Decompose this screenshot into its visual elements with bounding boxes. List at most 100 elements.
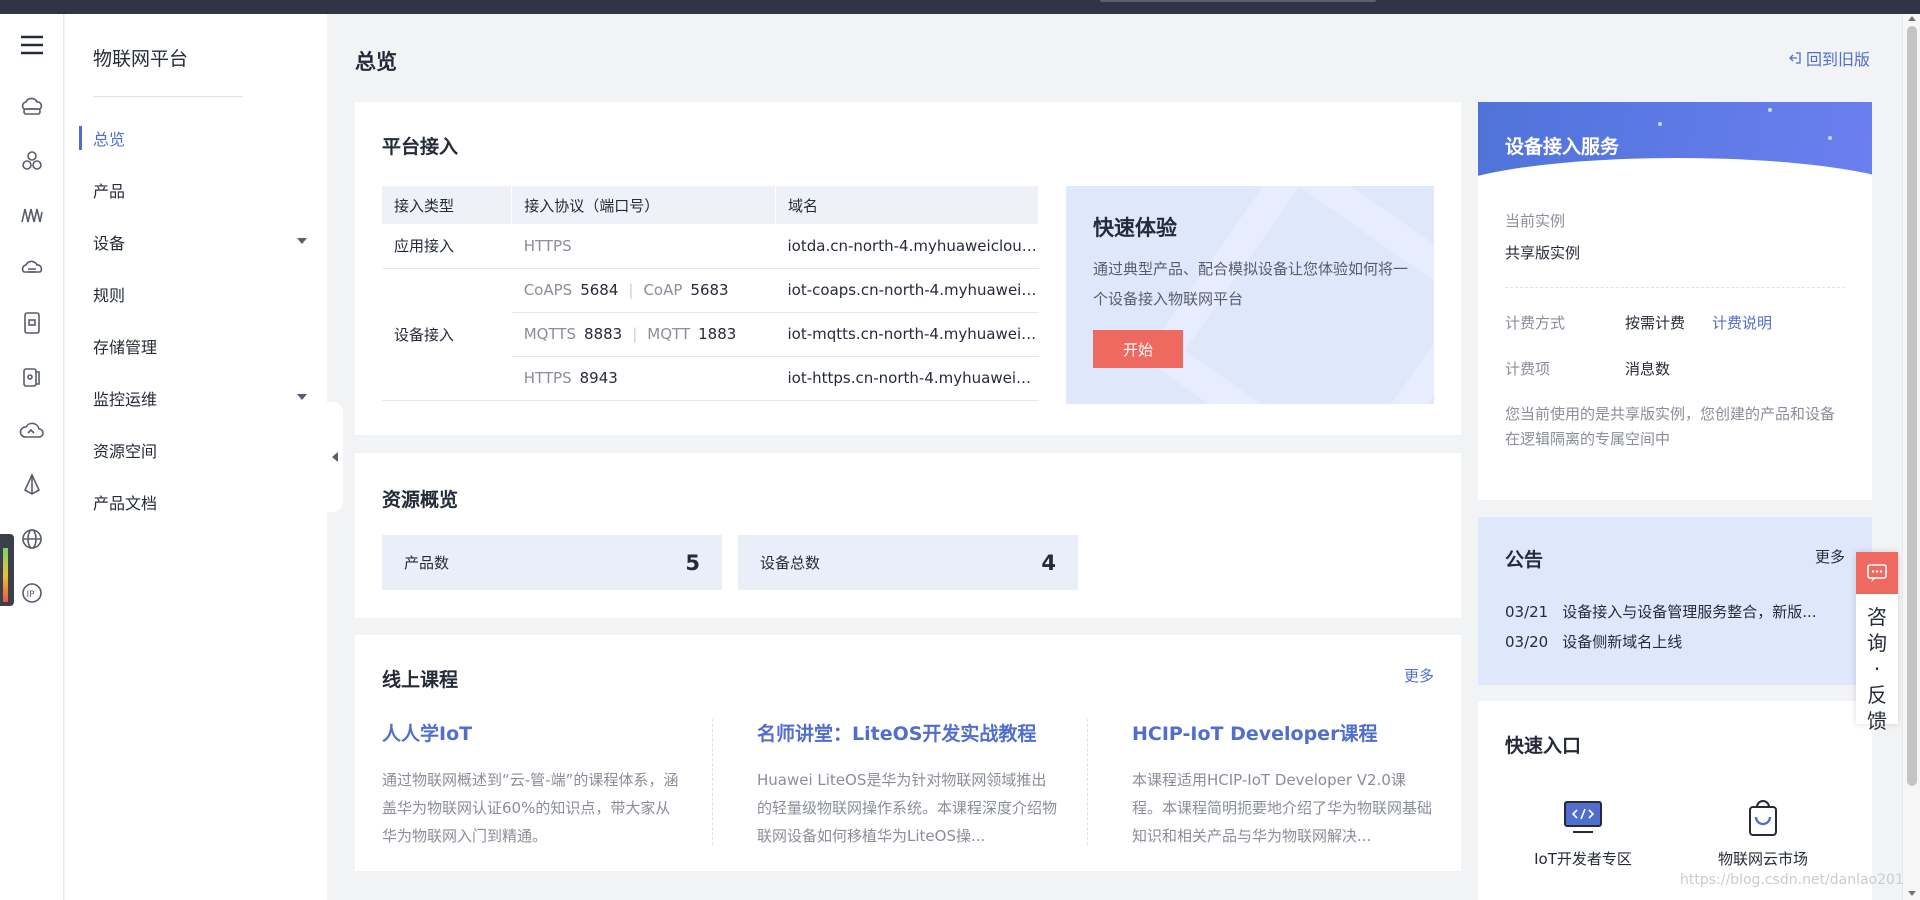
product-count-tile[interactable]: 产品数 5 bbox=[382, 535, 722, 590]
nav-title: 物联网平台 bbox=[93, 48, 189, 70]
billing-item-label: 计费项 bbox=[1505, 360, 1551, 378]
storage-icon[interactable] bbox=[17, 362, 47, 392]
quick-experience-desc: 通过典型产品、配合模拟设备让您体验如何将一个设备接入物联网平台 bbox=[1093, 260, 1409, 308]
chevron-down-icon bbox=[297, 238, 307, 244]
course-item[interactable]: 名师讲堂：LiteOS开发实战教程 Huawei LiteOS是华为针对物联网领… bbox=[757, 719, 1059, 850]
svg-text:IP: IP bbox=[27, 590, 36, 600]
nav-item-rules[interactable]: 规则 bbox=[65, 274, 327, 314]
instance-value: 共享版实例 bbox=[1505, 244, 1581, 262]
nav-item-docs[interactable]: 产品文档 bbox=[65, 482, 327, 522]
nav-item-label: 总览 bbox=[93, 130, 126, 149]
nav-item-devices[interactable]: 设备 bbox=[65, 222, 327, 262]
platform-access-card: 平台接入 接入类型 接入协议（端口号） 域名 应用接入 HTTPS iotda.… bbox=[355, 102, 1461, 435]
domain-cell[interactable]: iot-https.cn-north-4.myhuaweicloud.com bbox=[775, 356, 1039, 401]
quick-entry-item[interactable]: 物联网云市场 bbox=[1688, 796, 1838, 869]
cluster-icon[interactable] bbox=[17, 146, 47, 176]
course-title[interactable]: HCIP-IoT Developer课程 bbox=[1132, 719, 1434, 746]
nav-item-overview[interactable]: 总览 bbox=[65, 118, 327, 158]
top-bar bbox=[0, 0, 1920, 14]
device-count-tile[interactable]: 设备总数 4 bbox=[738, 535, 1078, 590]
nav-item-label: 产品 bbox=[93, 182, 126, 201]
wave-icon[interactable] bbox=[17, 200, 47, 230]
quick-experience-title: 快速体验 bbox=[1093, 216, 1177, 240]
old-version-label: 回到旧版 bbox=[1805, 50, 1870, 69]
stat-label: 设备总数 bbox=[760, 554, 821, 572]
cloud-icon[interactable] bbox=[17, 416, 47, 446]
sail-icon[interactable] bbox=[17, 470, 47, 500]
course-title[interactable]: 人人学IoT bbox=[382, 719, 684, 746]
instance-note: 您当前使用的是共享版实例，您创建的产品和设备在逻辑隔离的专属空间中 bbox=[1505, 405, 1836, 448]
domain-cell[interactable]: iot-mqtts.cn-north-4.myhuaweicloud.com bbox=[775, 312, 1039, 357]
scroll-down-arrow[interactable] bbox=[1908, 891, 1916, 896]
course-title[interactable]: 名师讲堂：LiteOS开发实战教程 bbox=[757, 719, 1059, 746]
cloud-chip-icon[interactable] bbox=[17, 254, 47, 284]
column-header: 接入类型 bbox=[382, 186, 513, 224]
ip-icon[interactable]: IP bbox=[17, 578, 47, 608]
port-number: 8943 bbox=[579, 369, 618, 387]
collapse-nav-button[interactable] bbox=[327, 402, 343, 512]
course-item[interactable]: 人人学IoT 通过物联网概述到“云-管-端”的课程体系，涵盖华为物联网认证60%… bbox=[382, 719, 684, 850]
port-number: 5684 bbox=[580, 281, 619, 299]
old-version-link[interactable]: 回到旧版 bbox=[1788, 46, 1870, 70]
protocol-name: HTTPS bbox=[523, 369, 572, 387]
scroll-up-arrow[interactable] bbox=[1908, 16, 1916, 21]
stat-value: 4 bbox=[1041, 550, 1056, 575]
protocol-name: MQTT bbox=[647, 325, 691, 343]
menu-icon[interactable] bbox=[17, 30, 47, 60]
nav-item-label: 产品文档 bbox=[93, 494, 158, 513]
protocol-cell: HTTPS 8943 bbox=[511, 356, 776, 401]
divider bbox=[1505, 287, 1845, 288]
course-divider bbox=[1087, 719, 1088, 845]
start-button[interactable]: 开始 bbox=[1093, 330, 1183, 368]
header-wave bbox=[1478, 158, 1872, 186]
nav-item-monitoring[interactable]: 监控运维 bbox=[65, 378, 327, 418]
notice-text: 设备侧新域名上线 bbox=[1562, 633, 1683, 651]
course-item[interactable]: HCIP-IoT Developer课程 本课程适用HCIP-IoT Devel… bbox=[1132, 719, 1434, 850]
code-monitor-icon bbox=[1561, 796, 1605, 840]
nav-item-label: 监控运维 bbox=[93, 390, 158, 409]
chat-icon bbox=[1856, 552, 1898, 594]
course-desc: 通过物联网概述到“云-管-端”的课程体系，涵盖华为物联网认证60%的知识点，带大… bbox=[382, 771, 679, 845]
nav-item-products[interactable]: 产品 bbox=[65, 170, 327, 210]
domain-cell[interactable]: iot-coaps.cn-north-4.myhuaweicloud.com bbox=[775, 268, 1039, 313]
notice-text: 设备接入与设备管理服务整合，新版... bbox=[1562, 603, 1817, 621]
separator: | bbox=[628, 281, 634, 299]
access-type-cell: 应用接入 bbox=[382, 224, 512, 269]
page-scrollbar[interactable] bbox=[1902, 14, 1920, 900]
billing-doc-link[interactable]: 计费说明 bbox=[1712, 312, 1772, 333]
table-row: 设备接入 CoAPS 5684 | CoAP 5683 iot-coaps.cn-nor… bbox=[382, 268, 1039, 401]
scrollbar-thumb[interactable] bbox=[1907, 26, 1917, 786]
globe-icon[interactable] bbox=[17, 524, 47, 554]
domain-cell[interactable]: iotda.cn-north-4.myhuaweicloud.com bbox=[775, 224, 1039, 269]
quick-entry-item[interactable]: IoT开发者专区 bbox=[1508, 796, 1658, 869]
billing-value: 按需计费 bbox=[1625, 314, 1686, 332]
nav-item-label: 规则 bbox=[93, 286, 126, 305]
port-number: 1883 bbox=[698, 325, 737, 343]
chevron-down-icon bbox=[297, 394, 307, 400]
stat-value: 5 bbox=[685, 550, 700, 575]
quick-entry-label: IoT开发者专区 bbox=[1534, 850, 1632, 868]
market-bag-icon bbox=[1741, 796, 1785, 840]
separator: | bbox=[632, 325, 638, 343]
notice-item[interactable]: 03/20 设备侧新域名上线 bbox=[1505, 631, 1845, 652]
top-bar-handle bbox=[1100, 0, 1376, 2]
courses-more-link[interactable]: 更多 bbox=[1404, 665, 1434, 686]
device-icon[interactable] bbox=[17, 308, 47, 338]
notice-more-link[interactable]: 更多 bbox=[1815, 546, 1845, 567]
course-desc: 本课程适用HCIP-IoT Developer V2.0课程。本课程简明扼要地介… bbox=[1132, 771, 1433, 845]
notice-title: 公告 bbox=[1505, 549, 1544, 571]
notice-item[interactable]: 03/21 设备接入与设备管理服务整合，新版... bbox=[1505, 601, 1845, 622]
nav-item-storage[interactable]: 存储管理 bbox=[65, 326, 327, 366]
access-title: 平台接入 bbox=[382, 136, 459, 158]
watermark: https://blog.csdn.net/danlao201 bbox=[1680, 872, 1904, 888]
chevron-left-icon bbox=[332, 452, 338, 462]
consult-feedback-button[interactable]: 咨询 · 反馈 bbox=[1856, 552, 1898, 733]
column-header: 接入协议（端口号） bbox=[511, 186, 776, 224]
notice-date: 03/20 bbox=[1505, 633, 1549, 651]
cloud-box-icon[interactable] bbox=[17, 92, 47, 122]
table-row: 应用接入 HTTPS iotda.cn-north-4.myhuaweiclou… bbox=[382, 224, 1039, 269]
protocol-cell: MQTTS 8883 | MQTT 1883 bbox=[511, 312, 776, 357]
nav-divider bbox=[93, 96, 243, 97]
nav-item-label: 资源空间 bbox=[93, 442, 158, 461]
nav-item-resource-space[interactable]: 资源空间 bbox=[65, 430, 327, 470]
